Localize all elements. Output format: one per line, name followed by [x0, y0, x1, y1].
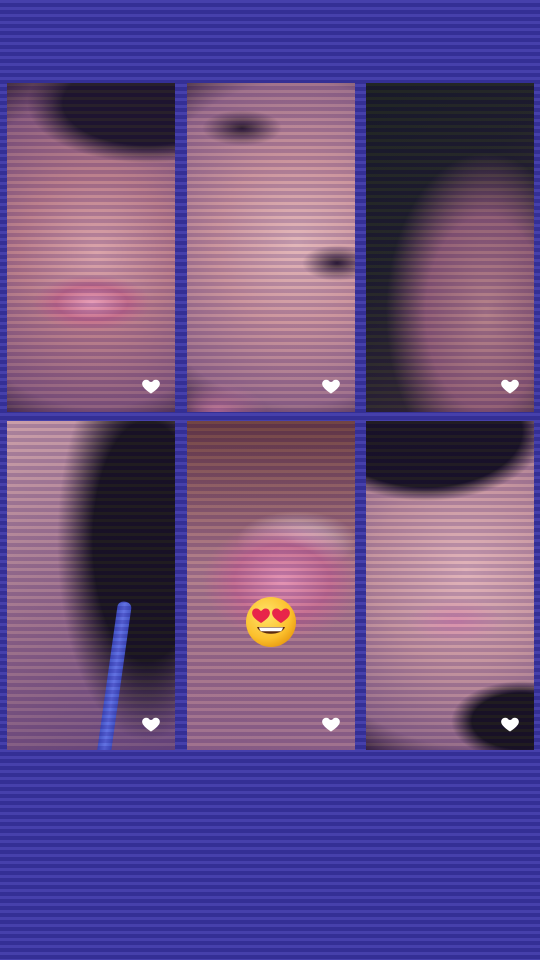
photo-tile-6[interactable]: [366, 421, 534, 750]
heart-eyes-emoji-icon: [245, 596, 297, 648]
heart-icon[interactable]: [321, 714, 341, 734]
photo-tile-2[interactable]: [187, 83, 355, 412]
photo-1: [7, 83, 175, 412]
heart-icon[interactable]: [500, 376, 520, 396]
photo-tile-5[interactable]: [187, 421, 355, 750]
photo-4: [7, 421, 175, 750]
photo-2: [187, 83, 355, 412]
photo-6: [366, 421, 534, 750]
photo-tile-1[interactable]: [7, 83, 175, 412]
app-screen: [0, 0, 540, 960]
photo-grid: [7, 83, 534, 750]
heart-icon[interactable]: [321, 376, 341, 396]
photo-3: [366, 83, 534, 412]
heart-icon[interactable]: [141, 714, 161, 734]
photo-tile-3[interactable]: [366, 83, 534, 412]
heart-icon[interactable]: [500, 714, 520, 734]
photo-tile-4[interactable]: [7, 421, 175, 750]
heart-icon[interactable]: [141, 376, 161, 396]
photo-5: [187, 421, 355, 750]
